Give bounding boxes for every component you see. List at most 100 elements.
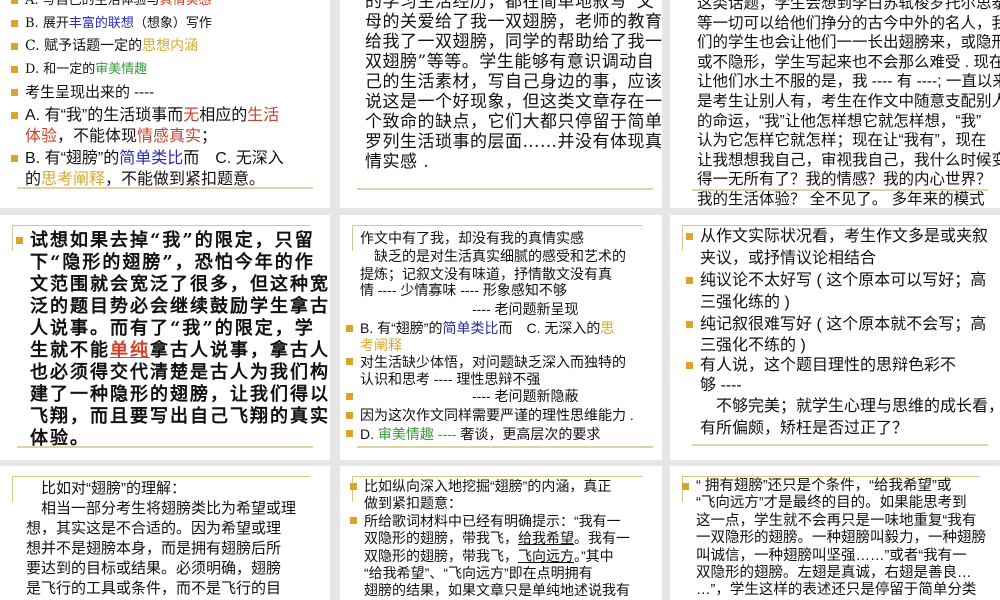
slide-text-line: 认识和思考 ---- 理性思辩不强 (360, 371, 634, 387)
slide-text-line: 这一点，学生就不会再只是一味地重复“我有 (696, 513, 986, 530)
text-run: A. 写自己的生活体验与 (25, 0, 160, 8)
slide-body: 从作文实际状况看，考生作文多是或夹叙 夹议，或抒情议论相结合 纯议论不太好写 ( 这… (686, 226, 1000, 440)
slide-text-line: 不够完美；就学生心理与思维的成长看， (700, 396, 1000, 418)
highlight-text-gold: 考阐释 (360, 337, 402, 353)
text-run: （想象）写作 (133, 16, 212, 31)
text-run: 拿古人说事，拿古人 (150, 340, 330, 361)
slide-thumbnail-5[interactable]: 作文中有了我，却没有我的真情实感 缺乏的是对生活真实细腻的感受和艺术的 提炼；记叙… (340, 215, 662, 460)
text-run: 不够完美；就学生心理与思维的成长看， (700, 398, 1000, 415)
text-run: 这类话题，学生会想到李白苏轼梭罗托尔思泰 (697, 0, 1000, 12)
slide-text-line: 体验，不能体现情感真实； (25, 126, 284, 148)
slide-text-line: …”，学生这样的表述还只是停留于简单分类 (696, 582, 986, 599)
slide-text-line: 双隐形的翅膀。左翅是真诚，右翅是善良… (696, 565, 986, 582)
text-run: 。”其中 (574, 547, 614, 564)
slide-text-line: D. 审美情趣 ---- 奢谈，更高层次的要求 (346, 425, 634, 443)
highlight-text-red: 真情实感 (159, 0, 212, 8)
slide-thumbnail-4[interactable]: 试想如果去掉“我”的限定，只留 下“隐形的翅膀”，恐怕今年的作 文范围就会宽泛了很多… (0, 215, 330, 460)
highlight-text-red: 情感真实 (137, 128, 202, 145)
slide-text-line: 的命运，“我”让他怎样想它就怎样想，“我” (697, 112, 1000, 132)
slide-left-rule (12, 225, 13, 251)
slide-text-line: 生就不能单纯拿古人说事，拿古人 (30, 340, 330, 362)
text-run: 缺乏的是对生活真实细腻的感受和艺术的 (360, 248, 626, 264)
bullet-icon (11, 19, 18, 27)
slide-text-line: 翅膀的结果，如果文章只是单纯地述说我有 (364, 582, 630, 599)
slide-text-line: 的学习生活经历，都在简单地叙写“父 (365, 0, 662, 12)
slide-text-line: 个致命的缺点，它们大都只停留于简单 (365, 112, 662, 132)
slide-thumbnail-1[interactable]: A. 写自己的生活体验与真情实感 B. 展开丰富的联想（想象）写作 C. 赋予话题一… (0, 0, 330, 208)
text-run: 文范围就会宽泛了很多，但这种宽 (30, 274, 330, 295)
slide-left-rule (352, 225, 353, 251)
highlight-text-blue: 简单类比 (119, 150, 184, 167)
text-run: 而 C. 无深入的 (498, 320, 601, 336)
slide-body: 的学习生活经历，都在简单地叙写“父 母的关爱给了我一双翅膀，老师的教育 给我了一双翅… (365, 0, 662, 172)
slide-top-rule (682, 476, 980, 477)
slide-thumbnail-2[interactable]: 的学习生活经历，都在简单地叙写“父 母的关爱给了我一双翅膀，老师的教育 给我了一双翅… (340, 0, 662, 208)
slide-text-line: “ 拥有翅膀”还只是个条件，“给我希望”或 (682, 478, 986, 495)
slide-text-line: 试想如果去掉“我”的限定，只留 (16, 230, 330, 252)
slide-thumbnail-7[interactable]: 比如对“翅膀”的理解： 相当一部分考生将翅膀类比为希望或理 想，其实这是不合适的。… (0, 466, 330, 600)
slide-text-line: 做到紧扣题意： (364, 495, 630, 512)
slide-text-line: B. 有“翅膀”的简单类比而 C. 无深入 (11, 148, 284, 169)
slide-thumbnail-6[interactable]: 从作文实际状况看，考生作文多是或夹叙 夹议，或抒情议论相结合 纯议论不太好写 ( 这… (670, 215, 1000, 460)
text-run: “ 拥有翅膀”还只是个条件，“给我希望”或 (696, 478, 952, 494)
text-run: 比如对“翅膀”的理解： (26, 480, 186, 497)
text-run: 得一无所有了？我的情感？我的内心世界？ (697, 171, 992, 189)
text-run: 是考生让别人有，考生在作文中随意支配别人 (697, 92, 1000, 110)
bullet-icon (16, 237, 23, 244)
slide-text-line: 也必须得交代清楚是古人为我们构 (30, 362, 330, 384)
slide-text-line: 说这是一个好现象，但这类文章存在一 (365, 92, 662, 112)
text-run: “飞向远方”才是最终的目的。如果能思考到 (696, 495, 967, 512)
bullet-icon (346, 411, 353, 419)
text-run: 建了一种隐形的翅膀，让我们得以 (30, 384, 330, 405)
highlight-text-red: 体验 (25, 128, 58, 145)
slide-text-line: 飞翔，而且要写出自己飞翔的真实 (30, 406, 330, 428)
slide-footer-rule (357, 446, 653, 448)
highlight-text-red: 单纯 (110, 340, 150, 361)
slide-text-line: 下“隐形的翅膀”，恐怕今年的作 (30, 252, 330, 274)
text-run: 纯记叙很难写好 ( 这个原本就不会写；高 (700, 316, 987, 333)
text-run: 要达到的目标或结果。必须明确，翅膀 (26, 560, 282, 577)
slide-text-line: 建了一种隐形的翅膀，让我们得以 (30, 384, 330, 406)
slide-thumbnail-8[interactable]: 比如纵向深入地挖掘“翅膀”的内涵，真正 做到紧扣题意： 所给歌词材料中已经有明确提示… (340, 466, 662, 600)
text-run: 考生呈现出来的 ---- (25, 84, 155, 101)
slide-text-line: ---- 老问题新隐蔽 (346, 387, 634, 406)
slide-text-line: 考生呈现出来的 ---- (11, 81, 284, 105)
slide-footer-rule (357, 188, 653, 190)
text-run: 己的生活素材，写自己身边的事，应该 (365, 72, 662, 92)
bullet-icon (686, 362, 693, 369)
slide-text-line: 罗列生活琐事的层面……并没有体现真 (365, 132, 662, 152)
bullet-icon (686, 233, 693, 240)
text-run: 对生活缺少体悟，对问题缺乏深入而独特的 (360, 354, 626, 370)
slide-thumbnail-3[interactable]: 这类话题，学生会想到李白苏轼梭罗托尔思泰等一切可以给他们挣分的古今中外的名人，我… (670, 0, 1000, 208)
text-run: 提炼；记叙文没有味道，抒情散文没有真 (360, 266, 612, 282)
text-run: 等一切可以给他们挣分的古今中外的名人，我 (697, 14, 1000, 32)
slide-text-line: 够 ---- (700, 376, 1000, 396)
text-run: 叫诚信，一种翅膀叫坚强……”或者“我有一 (696, 547, 967, 564)
slide-text-line: 己的生活素材，写自己身边的事，应该 (365, 72, 662, 92)
text-run: 给我了一双翅膀，同学的帮助给了我一 (365, 32, 662, 52)
slide-text-line: A. 有“我”的生活琐事而无相应的生活 (11, 105, 284, 126)
slide-thumbnail-9[interactable]: “ 拥有翅膀”还只是个条件，“给我希望”或 “飞向远方”才是最终的目的。如果能思考… (670, 466, 1000, 600)
bullet-icon (686, 277, 693, 284)
slide-left-rule (682, 225, 683, 251)
slide-text-line: 双翅膀”等等。学生能够有意识调动自 (365, 52, 662, 72)
highlight-text-blue: 简单类比 (442, 320, 499, 336)
slide-footer-rule (692, 189, 988, 191)
text-run: 夹议，或抒情议论相结合 (700, 250, 877, 267)
slide-text-line: 双隐形的翅膀，带我飞，飞向远方。”其中 (364, 548, 630, 565)
slide-body: 作文中有了我，却没有我的真情实感 缺乏的是对生活真实细腻的感受和艺术的 提炼；记叙… (346, 229, 634, 443)
slide-text-line: 让我想想我自己，审视我自己，我什么时候变 (697, 151, 1000, 171)
text-run: 做到紧扣题意： (364, 495, 462, 512)
slide-text-line: 双隐形的翅膀，带我飞，给我希望。我有一 (364, 530, 630, 547)
text-run: 也必须得交代清楚是古人为我们构 (30, 362, 330, 383)
highlight-text-green: 审美情趣 (95, 62, 148, 77)
text-run: 人说事。而有了“我”的限定，学 (30, 318, 315, 339)
text-run: 有所偏颇，矫枉是否过正了？ (700, 420, 909, 437)
slide-text-line: 作文中有了我，却没有我的真情实感 (360, 229, 634, 247)
text-run: 认为它怎样它就怎样；现在让“我有”，现在 (697, 132, 987, 150)
text-run: 说这是一个好现象，但这类文章存在一 (365, 92, 662, 112)
slide-text-line: 所给歌词材料中已经有明确提示：“我有一 (350, 513, 630, 530)
slide-text-line: 泛的题目势必会继续鼓励学生拿古 (30, 296, 330, 318)
text-run: 让他们水土不服的是，我 ---- 有 ----; 一直以来 (697, 73, 1000, 91)
slide-text-line: 我的生活体验？ 全不见了。 多年来的模式 (697, 190, 1000, 208)
